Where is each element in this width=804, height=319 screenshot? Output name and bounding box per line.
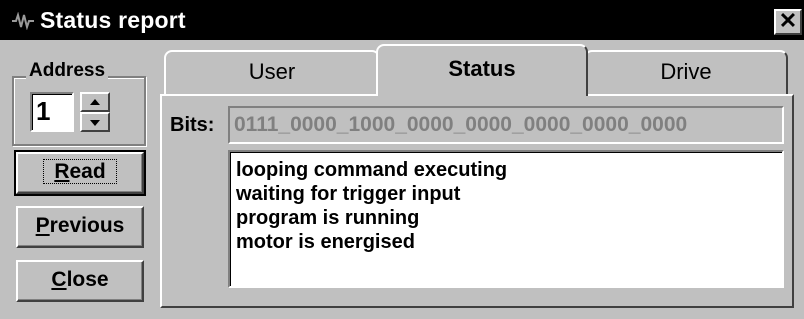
address-label: Address [26, 60, 109, 82]
bits-label: Bits: [170, 114, 215, 136]
status-report-window: Status report ✕ Address 1 Read Previous … [0, 0, 804, 319]
read-button[interactable]: Read [14, 150, 146, 196]
app-wave-icon [12, 12, 34, 30]
close-icon: ✕ [778, 8, 798, 33]
close-button[interactable]: Close [16, 260, 144, 302]
spin-up-icon [90, 99, 100, 105]
bits-field: 0111_0000_1000_0000_0000_0000_0000_0000 [228, 106, 784, 144]
spin-down-icon [90, 120, 100, 126]
tab-status[interactable]: Status [376, 44, 588, 96]
tab-drive[interactable]: Drive [584, 50, 788, 94]
previous-button[interactable]: Previous [16, 206, 144, 248]
list-item: looping command executing [236, 159, 508, 181]
read-button-label: Read [43, 159, 117, 184]
title-bar[interactable]: Status report ✕ [0, 0, 804, 40]
close-button-label: Close [51, 268, 109, 291]
tab-user[interactable]: User [164, 50, 380, 94]
spin-down-button[interactable] [80, 112, 110, 132]
list-item: waiting for trigger input [236, 183, 461, 205]
window-title: Status report [40, 7, 186, 33]
address-input[interactable]: 1 [30, 92, 74, 132]
window-close-button[interactable]: ✕ [774, 9, 802, 35]
address-spinner[interactable] [80, 92, 110, 132]
status-list[interactable]: looping command executing waiting for tr… [228, 150, 784, 288]
list-item: program is running [236, 207, 420, 229]
spin-up-button[interactable] [80, 92, 110, 112]
previous-button-label: Previous [35, 214, 125, 237]
list-item: motor is energised [236, 231, 415, 253]
